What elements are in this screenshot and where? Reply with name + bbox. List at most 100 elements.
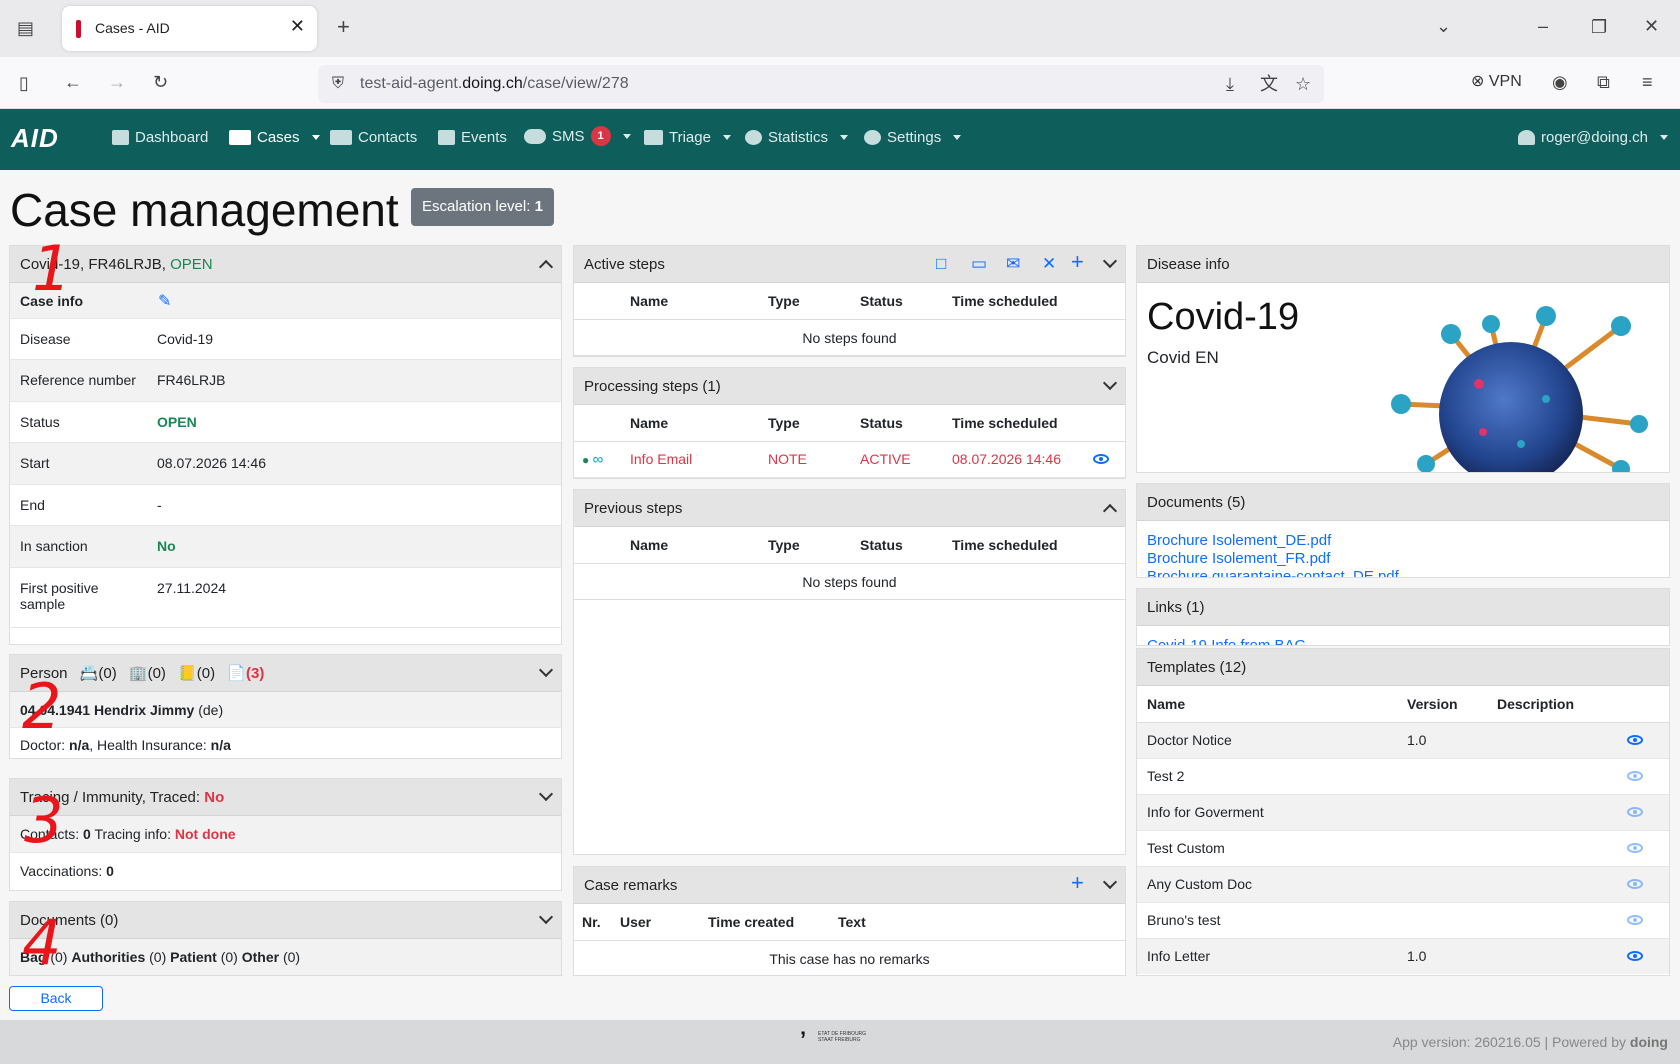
reload-icon[interactable]: ↻ (153, 72, 168, 92)
view-eye-icon[interactable] (1627, 915, 1643, 925)
edit-pencil-icon[interactable]: ✎ (158, 291, 171, 311)
table-icon (112, 130, 129, 145)
disease-info-card: Disease info Covid-19 Covid EN (1136, 245, 1670, 473)
user-menu[interactable]: roger@doing.ch (1518, 129, 1668, 146)
document-link[interactable]: Brochure Isolement_DE.pdf (1147, 532, 1331, 549)
nav-statistics[interactable]: Statistics (745, 129, 848, 146)
footer: ’ ETAT DE FRIBOURG STAAT FREIBURG App ver… (0, 1020, 1680, 1064)
view-eye-icon[interactable] (1627, 771, 1643, 781)
fribourg-logo: ’ ETAT DE FRIBOURG STAAT FREIBURG (800, 1027, 867, 1052)
app-version: App version: 260216.05 | Powered by doin… (1392, 1034, 1668, 1050)
view-eye-icon[interactable] (1093, 454, 1109, 464)
envelope-icon[interactable]: ✉ (1006, 255, 1020, 273)
table-row[interactable]: Info Letter 1.0 (1137, 938, 1669, 974)
view-eye-icon[interactable] (1627, 735, 1643, 745)
expand-icon[interactable] (1102, 375, 1118, 391)
bookmark-star-icon[interactable]: ☆ (1295, 74, 1311, 94)
expand-icon[interactable] (538, 909, 554, 925)
tab-overview-icon[interactable]: ▤ (17, 18, 34, 38)
window-close-icon[interactable]: ✕ (1644, 16, 1659, 36)
person-card-header[interactable]: Person 📇(0) 🏢(0) 📒(0) 📄(3) (10, 655, 561, 692)
tab-close-icon[interactable]: ✕ (290, 16, 305, 37)
case-card-header[interactable]: Covid-19, FR46LRJB, OPEN (10, 246, 561, 283)
page-title: Case management (10, 184, 399, 236)
nav-cases[interactable]: Cases (229, 129, 320, 146)
table-row[interactable]: Info for Goverment (1137, 794, 1669, 831)
chat-icon (524, 128, 546, 144)
templates-panel: Templates (12) Name Version Description Do… (1136, 648, 1670, 976)
note-icon[interactable]: □ (936, 255, 946, 273)
shield-icon: ⛨ (332, 75, 345, 92)
view-eye-icon[interactable] (1627, 807, 1643, 817)
annotation-4: 4 (22, 906, 62, 979)
translate-icon[interactable]: 文 (1260, 74, 1278, 94)
sms-icon[interactable]: ▭ (971, 255, 987, 273)
expand-icon[interactable] (538, 662, 554, 678)
table-row[interactable]: Test 2 (1137, 758, 1669, 795)
view-eye-icon[interactable] (1627, 951, 1643, 962)
account-icon[interactable]: ◉ (1552, 72, 1568, 92)
processing-steps-header[interactable]: Processing steps (1) (574, 368, 1125, 405)
app-navbar: AID Dashboard Cases Contacts Events SMS 1… (0, 109, 1680, 170)
table-row[interactable]: Test Custom (1137, 830, 1669, 867)
nav-settings[interactable]: Settings (864, 129, 961, 146)
empty-message: This case has no remarks (769, 950, 930, 967)
back-button[interactable]: Back (9, 986, 103, 1011)
browser-tab[interactable]: Cases - AID ✕ (62, 6, 317, 51)
id-card-icon: 📇 (79, 665, 99, 682)
view-eye-icon[interactable] (1627, 879, 1643, 889)
case-remarks-header[interactable]: Case remarks + (574, 867, 1125, 904)
nav-dashboard[interactable]: Dashboard (112, 129, 208, 146)
external-link[interactable]: Covid-19 Info from BAG (1147, 637, 1306, 645)
previous-steps-header[interactable]: Previous steps (574, 490, 1125, 527)
vaccinations-row: Vaccinations: 0 (20, 863, 114, 879)
document-link[interactable]: Brochure Isolement_FR.pdf (1147, 550, 1330, 567)
nav-triage[interactable]: Triage (644, 129, 731, 146)
download-icon[interactable]: ⤓ (1226, 74, 1234, 94)
link-icon[interactable]: ∞ (593, 451, 604, 468)
add-step-icon[interactable]: + (1071, 251, 1084, 273)
extensions-icon[interactable]: ⧉ (1597, 72, 1610, 92)
expand-icon[interactable] (1102, 874, 1118, 890)
documents-summary-row: Bag (0) Authorities (0) Patient (0) Othe… (10, 939, 561, 975)
collapse-icon[interactable] (1102, 503, 1118, 519)
table-row[interactable]: Any Custom Doc (1137, 866, 1669, 903)
expand-icon[interactable] (538, 786, 554, 802)
forward-arrow-icon[interactable]: → (108, 72, 126, 92)
table-row[interactable]: Doctor Notice 1.0 (1137, 722, 1669, 759)
tracing-card-header[interactable]: Tracing / Immunity, Traced: No (10, 779, 561, 816)
annotation-3: 3 (24, 784, 64, 857)
close-icon[interactable]: ✕ (1042, 255, 1056, 273)
vpn-indicator[interactable]: ⊗ VPN (1471, 71, 1522, 91)
minimize-icon[interactable]: – (1538, 16, 1548, 36)
virus-image (1391, 306, 1648, 472)
detail-row: Status OPEN (10, 402, 561, 443)
links-panel: Links (1) Covid-19 Info from BAG (1136, 588, 1670, 646)
back-arrow-icon[interactable]: ← (64, 72, 82, 92)
expand-icon[interactable] (1102, 253, 1118, 269)
view-eye-icon[interactable] (1627, 843, 1643, 853)
nav-sms[interactable]: SMS 1 (524, 126, 631, 146)
sidebar-toggle-icon[interactable]: ▯ (19, 73, 29, 93)
user-icon (1518, 130, 1535, 145)
detail-row: First positive sample 27.11.2024 (10, 568, 561, 628)
nav-events[interactable]: Events (438, 129, 507, 146)
address-bar[interactable]: ⛨ test-aid-agent.doing.ch/case/view/278 … (318, 65, 1324, 103)
active-steps-header[interactable]: Active steps □ ▭ ✉ ✕ + (574, 246, 1125, 283)
tab-list-chevron-icon[interactable]: ⌄ (1436, 16, 1451, 36)
collapse-icon[interactable] (538, 259, 554, 275)
documents-card-header[interactable]: Documents (0) (10, 902, 561, 939)
add-remark-icon[interactable]: + (1071, 872, 1084, 894)
pie-chart-icon (745, 130, 762, 145)
nav-contacts[interactable]: Contacts (330, 129, 417, 146)
document-link[interactable]: Brochure quarantaine-contact_DE.pdf (1147, 568, 1399, 577)
restore-icon[interactable]: ❐ (1591, 17, 1607, 37)
menu-icon[interactable]: ≡ (1642, 72, 1653, 92)
escalation-badge: Escalation level: 1 (411, 188, 554, 226)
building-icon: 🏢 (128, 665, 148, 682)
aid-logo[interactable]: AID (11, 123, 59, 154)
table-row[interactable]: ● ∞ Info Email NOTE ACTIVE 08.07.2026 14… (574, 441, 1125, 478)
documents-card: Documents (0) Bag (0) Authorities (0) Pa… (9, 901, 562, 976)
table-row[interactable]: Bruno's test (1137, 902, 1669, 939)
new-tab-icon[interactable]: + (337, 16, 350, 38)
